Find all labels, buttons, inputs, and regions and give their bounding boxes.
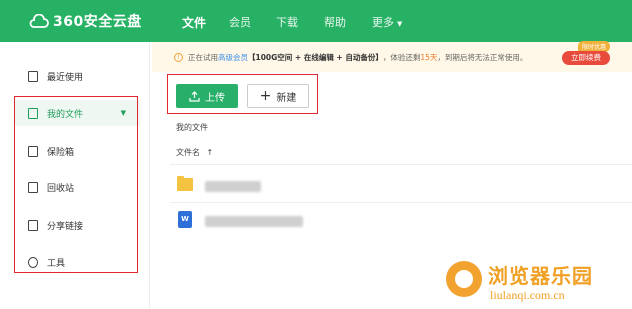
breadcrumb[interactable]: 我的文件 bbox=[176, 122, 208, 133]
notice-prefix: 正在试用 bbox=[188, 52, 218, 62]
upload-button[interactable]: 上传 bbox=[176, 84, 238, 108]
notice-features: 【100G空间 + 在线编辑 + 自动备份】 bbox=[248, 52, 383, 62]
cloud-logo-icon bbox=[29, 14, 49, 28]
column-header-filename[interactable]: 文件名 ↑ bbox=[176, 147, 213, 158]
table-divider bbox=[170, 164, 632, 165]
nav-files[interactable]: 文件 bbox=[182, 14, 206, 31]
recent-icon bbox=[28, 70, 38, 82]
watermark-title: 浏览器乐园 bbox=[488, 264, 593, 288]
new-button[interactable]: + 新建 bbox=[247, 84, 309, 108]
sidebar-highlight-box bbox=[14, 96, 138, 273]
table-row[interactable] bbox=[170, 170, 632, 200]
nav-more-label: 更多 bbox=[372, 16, 394, 29]
upload-icon bbox=[189, 90, 200, 102]
nav-more[interactable]: 更多 ▼ bbox=[372, 14, 402, 30]
notice-days: 15天 bbox=[420, 52, 438, 62]
sidebar-item-label: 最近使用 bbox=[47, 72, 84, 83]
table-row[interactable]: W bbox=[170, 206, 632, 236]
notice-expiry-text: ，到期后将无法正常使用。 bbox=[437, 52, 528, 62]
vip-link[interactable]: 高级会员 bbox=[218, 52, 248, 63]
renew-button[interactable]: 立即续费 bbox=[562, 51, 610, 65]
folder-icon bbox=[177, 176, 193, 191]
notice-trial-text: ，体验还剩 bbox=[382, 52, 421, 62]
watermark-url: liulanqi.com.cn bbox=[490, 288, 565, 302]
column-header-label: 文件名 bbox=[176, 148, 200, 157]
sidebar-item-recent[interactable]: 最近使用 bbox=[15, 63, 140, 89]
nav-membership[interactable]: 会员 bbox=[229, 14, 251, 30]
blurred-file-name bbox=[205, 181, 261, 192]
chevron-down-icon: ▼ bbox=[397, 20, 403, 28]
nav-download[interactable]: 下载 bbox=[276, 14, 298, 30]
sort-arrow-icon: ↑ bbox=[206, 148, 214, 157]
warning-icon: ! bbox=[174, 52, 183, 62]
nav-help[interactable]: 帮助 bbox=[324, 14, 346, 30]
upload-label: 上传 bbox=[205, 92, 225, 104]
trial-notice-bar: ! 正在试用 高级会员 【100G空间 + 在线编辑 + 自动备份】 ，体验还剩… bbox=[152, 42, 632, 72]
top-navigation-bar: 360安全云盘 文件 会员 下载 帮助 更多 ▼ bbox=[0, 0, 632, 42]
plus-icon: + bbox=[259, 88, 272, 104]
app-logo[interactable]: 360安全云盘 bbox=[29, 11, 142, 31]
blurred-file-name bbox=[205, 216, 303, 227]
watermark: 浏览器乐园 liulanqi.com.cn bbox=[446, 257, 626, 305]
watermark-logo-icon bbox=[446, 261, 482, 297]
word-document-icon: W bbox=[178, 211, 192, 228]
new-label: 新建 bbox=[276, 92, 297, 104]
table-divider bbox=[170, 202, 632, 203]
app-name: 360安全云盘 bbox=[53, 14, 142, 30]
